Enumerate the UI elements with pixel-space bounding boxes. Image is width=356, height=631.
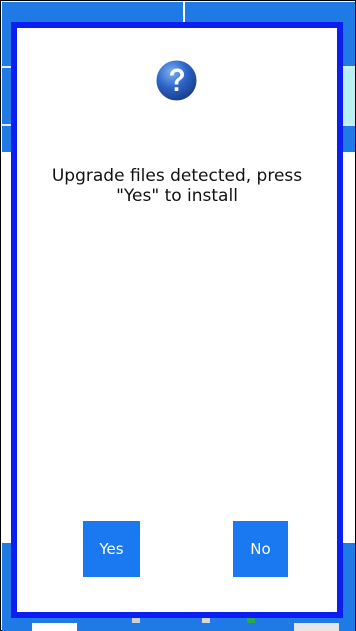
no-button[interactable]: No (233, 521, 288, 577)
question-icon (155, 59, 198, 102)
background-divider (183, 2, 185, 24)
yes-button[interactable]: Yes (83, 521, 140, 577)
upgrade-confirm-dialog: Upgrade files detected, press "Yes" to i… (11, 22, 343, 618)
dialog-message: Upgrade files detected, press "Yes" to i… (51, 166, 303, 206)
background-tab (294, 623, 339, 631)
background-tab (32, 623, 77, 631)
